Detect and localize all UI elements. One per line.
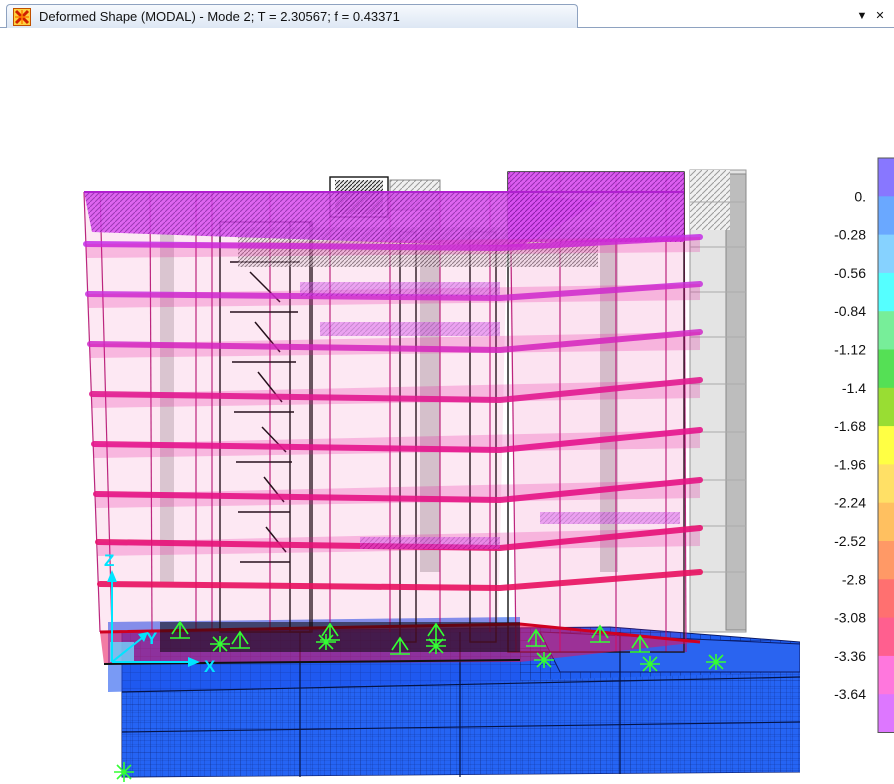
legend-swatch bbox=[878, 311, 894, 350]
legend-swatch bbox=[878, 502, 894, 542]
close-icon[interactable]: ✕ bbox=[873, 8, 887, 24]
legend-value: -1.12 bbox=[834, 342, 866, 358]
legend-value: -1.96 bbox=[834, 456, 866, 472]
sap2000-icon bbox=[13, 8, 31, 26]
legend-swatch bbox=[878, 349, 894, 389]
axis-label-y: Y bbox=[146, 629, 158, 648]
legend-swatch bbox=[878, 234, 894, 274]
legend-swatch bbox=[878, 464, 894, 504]
legend-value: -2.52 bbox=[834, 533, 866, 549]
legend-value: -2.8 bbox=[842, 571, 866, 587]
legend-value: -1.68 bbox=[834, 418, 866, 434]
legend-swatch bbox=[878, 196, 894, 236]
legend-value: -3.64 bbox=[834, 686, 866, 702]
deformed-structure bbox=[83, 171, 703, 665]
legend-ticks: 0. -0.28 -0.56 -0.84 -1.12 -1.4 -1.68 -1.96 -2.2… bbox=[834, 188, 866, 702]
legend-swatch bbox=[878, 694, 894, 733]
axis-label-x: X bbox=[204, 657, 216, 676]
legend-swatch bbox=[878, 158, 894, 197]
legend-swatch bbox=[878, 272, 894, 312]
document-tab[interactable]: Deformed Shape (MODAL) - Mode 2; T = 2.3… bbox=[6, 4, 578, 28]
axis-label-z: Z bbox=[104, 551, 114, 570]
legend-swatch bbox=[878, 426, 894, 465]
legend-swatch bbox=[878, 655, 894, 695]
legend-value: -3.08 bbox=[834, 610, 866, 626]
legend-value: -1.4 bbox=[842, 380, 866, 396]
legend-swatch bbox=[878, 617, 894, 657]
color-legend: 0. -0.28 -0.56 -0.84 -1.12 -1.4 -1.68 -1.96 -2.2… bbox=[834, 157, 894, 733]
legend-value: -0.56 bbox=[834, 265, 866, 281]
model-viewport[interactable]: Z Y X bbox=[0, 32, 800, 784]
legend-value: 0. bbox=[854, 188, 866, 204]
legend-value: -0.28 bbox=[834, 227, 866, 243]
legend-swatch bbox=[878, 541, 894, 580]
document-tab-bar: Deformed Shape (MODAL) - Mode 2; T = 2.3… bbox=[0, 0, 894, 32]
legend-color-bar bbox=[877, 157, 894, 733]
tab-title: Deformed Shape (MODAL) - Mode 2; T = 2.3… bbox=[39, 9, 400, 24]
legend-swatch bbox=[878, 579, 894, 619]
chevron-down-icon[interactable]: ▼ bbox=[855, 8, 869, 24]
legend-value: -3.36 bbox=[834, 648, 866, 664]
legend-value: -2.24 bbox=[834, 495, 866, 511]
legend-swatch bbox=[878, 387, 894, 427]
legend-value: -0.84 bbox=[834, 303, 866, 319]
